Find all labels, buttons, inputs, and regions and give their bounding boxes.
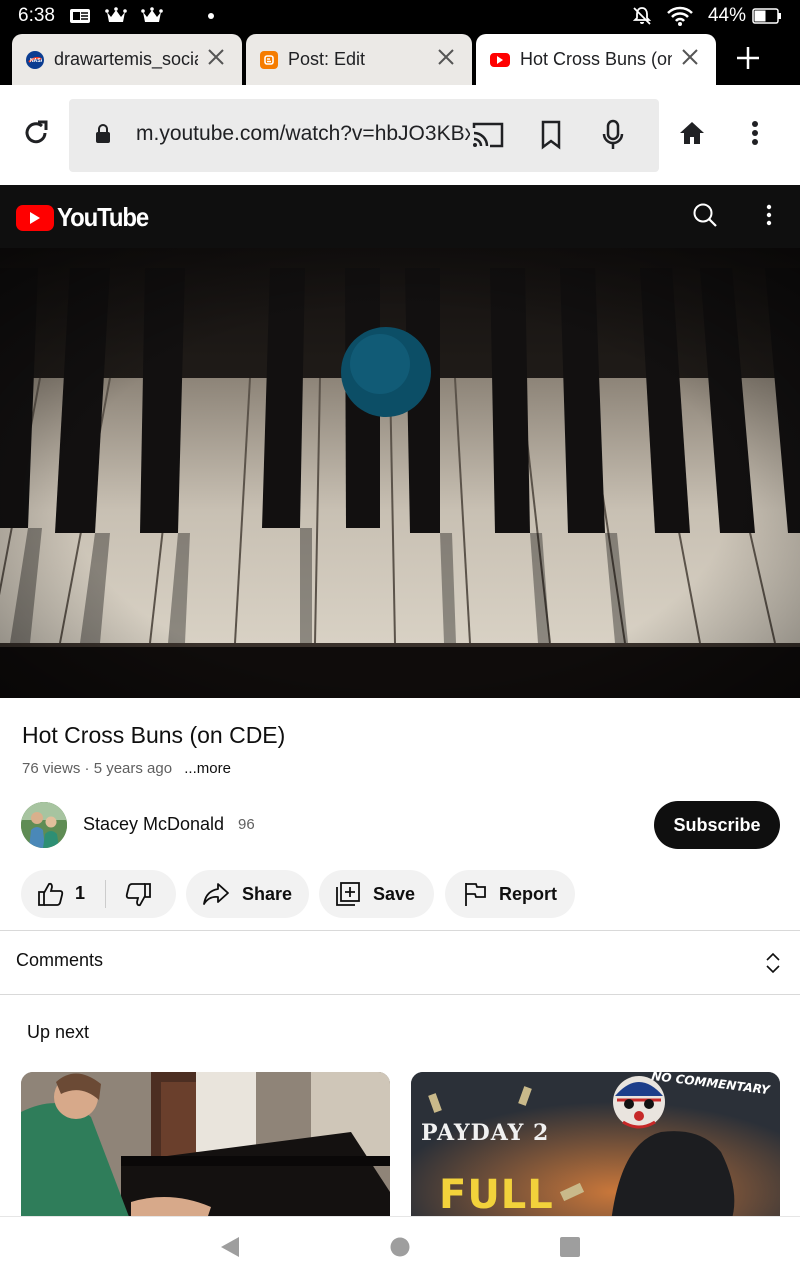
tab-post-edit[interactable]: Post: Edit — [246, 34, 472, 85]
payday-title: PAYDAY 2 — [421, 1120, 550, 1146]
comments-section[interactable]: Comments — [0, 931, 800, 994]
outlook-notification-icon — [69, 7, 91, 25]
more-link[interactable]: ...more — [184, 760, 231, 777]
home-button[interactable] — [668, 111, 716, 159]
android-nav-bar — [0, 1216, 800, 1280]
more-vert-icon — [766, 204, 772, 231]
nasa-icon: NASA — [26, 50, 44, 69]
channel-avatar[interactable] — [21, 802, 67, 848]
bookmark-icon[interactable] — [539, 119, 563, 156]
tab-drawartemis[interactable]: NASA drawartemis_social — [12, 34, 242, 85]
blogger-icon — [260, 50, 278, 69]
tab-title: drawartemis_social — [54, 49, 198, 69]
notification-dot-icon — [207, 12, 215, 20]
status-time: 6:38 — [18, 5, 55, 26]
save-button[interactable]: Save — [319, 870, 434, 918]
flag-icon — [463, 881, 487, 907]
browser-menu-button[interactable] — [731, 111, 779, 159]
wifi-icon — [666, 5, 694, 27]
crown-icon — [105, 7, 127, 25]
up-next-thumbnail-piano[interactable] — [21, 1072, 390, 1222]
home-nav-button[interactable] — [386, 1235, 414, 1263]
crown-icon — [141, 7, 163, 25]
share-label: Share — [242, 883, 293, 904]
youtube-search-button[interactable] — [681, 193, 729, 241]
up-next-label: Up next — [27, 1022, 90, 1042]
recents-square-icon — [559, 1236, 581, 1263]
home-icon — [678, 120, 706, 151]
thumbs-down-icon — [124, 882, 152, 913]
close-tab-icon[interactable] — [206, 47, 228, 72]
subscribe-button[interactable]: Subscribe — [654, 801, 780, 849]
lock-icon[interactable] — [95, 124, 111, 149]
more-vert-icon — [751, 120, 759, 151]
youtube-wordmark: YouTube — [57, 202, 149, 232]
full-label: FULL — [439, 1172, 554, 1218]
like-divider — [105, 880, 106, 908]
status-bar: 6:38 44% — [0, 0, 800, 32]
back-triangle-icon — [219, 1235, 241, 1264]
video-title: Hot Cross Buns (on CDE) — [22, 722, 286, 748]
reload-icon — [21, 118, 51, 153]
comments-label: Comments — [16, 950, 104, 970]
like-count: 1 — [75, 883, 86, 903]
battery-icon — [752, 8, 782, 24]
channel-name[interactable]: Stacey McDonald — [83, 814, 224, 835]
do-not-disturb-icon — [632, 6, 652, 26]
youtube-menu-button[interactable] — [745, 193, 793, 241]
reload-button[interactable] — [12, 111, 60, 159]
tab-hot-cross-buns[interactable]: Hot Cross Buns (on CDE) — [476, 34, 716, 85]
report-button[interactable]: Report — [445, 870, 575, 918]
new-tab-button[interactable] — [724, 38, 772, 82]
up-next-thumbnail-payday2[interactable]: NO COMMENTARY PAYDAY 2 FULL — [411, 1072, 780, 1222]
home-circle-icon — [389, 1236, 411, 1263]
like-button[interactable] — [37, 881, 65, 912]
video-player[interactable] — [0, 248, 800, 698]
subscriber-count: 96 — [238, 816, 255, 833]
youtube-play-logo-icon — [16, 204, 54, 231]
microphone-icon[interactable] — [601, 119, 625, 158]
tab-title: Post: Edit — [288, 49, 366, 69]
share-button[interactable]: Share — [186, 870, 309, 918]
search-icon — [692, 202, 718, 233]
share-icon — [202, 882, 230, 906]
close-tab-icon[interactable] — [436, 47, 458, 72]
back-button[interactable] — [216, 1235, 244, 1263]
cast-icon[interactable] — [471, 119, 505, 156]
report-label: Report — [499, 883, 557, 904]
divider — [0, 994, 800, 995]
url-text[interactable]: m.youtube.com/watch?v=hbJO3KBxyz — [136, 122, 470, 146]
like-dislike-pill: 1 — [21, 870, 176, 918]
save-playlist-icon — [335, 881, 361, 907]
battery-percent: 44% — [707, 5, 746, 26]
close-tab-icon[interactable] — [680, 47, 702, 72]
plus-icon — [735, 45, 761, 76]
youtube-logo[interactable]: YouTube — [16, 202, 156, 233]
tab-title: Hot Cross Buns (on CDE) — [520, 49, 672, 69]
video-frame-piano-keys — [0, 248, 800, 698]
expand-collapse-icon[interactable] — [764, 951, 782, 980]
youtube-header: YouTube — [0, 185, 800, 248]
thumbs-up-icon — [37, 881, 65, 912]
recents-button[interactable] — [556, 1235, 584, 1263]
save-label: Save — [373, 883, 416, 904]
browser-toolbar: m.youtube.com/watch?v=hbJO3KBxyz — [0, 85, 800, 185]
youtube-icon — [490, 52, 510, 67]
svg-text:NASA: NASA — [30, 58, 42, 64]
channel-row: Stacey McDonald 96 Subscribe — [0, 800, 800, 850]
action-row: 1 Share Save Report — [0, 870, 800, 918]
tab-strip: NASA drawartemis_social Post: Edit Hot C… — [0, 32, 800, 85]
video-views-date: 76 views · 5 years ago — [22, 760, 173, 777]
dislike-button[interactable] — [124, 882, 152, 913]
video-meta[interactable]: 76 views · 5 years ago ...more — [22, 760, 231, 777]
omnibox[interactable]: m.youtube.com/watch?v=hbJO3KBxyz — [69, 99, 659, 172]
